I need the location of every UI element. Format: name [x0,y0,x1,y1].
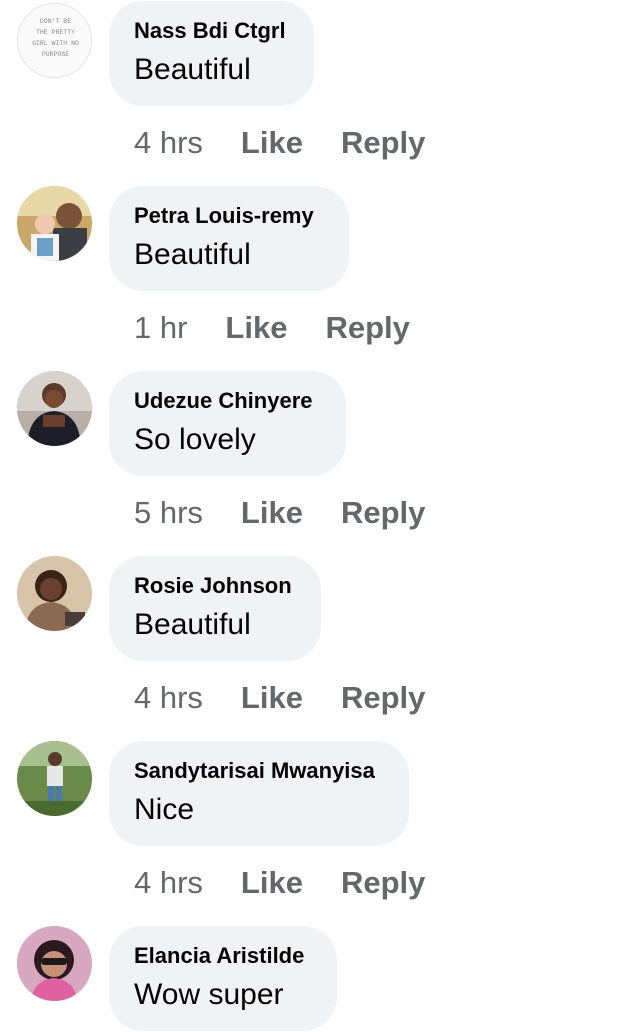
reply-button[interactable]: Reply [341,865,425,901]
avatar-photo [17,926,92,1001]
comment-bubble[interactable]: Elancia Aristilde Wow super [109,926,337,1031]
avatar[interactable] [17,741,92,816]
comment-bubble[interactable]: Petra Louis-remy Beautiful [109,186,349,291]
reply-button[interactable]: Reply [341,680,425,716]
comment-actions: 4 hrs Like Reply [134,863,425,903]
reply-button[interactable]: Reply [341,125,425,161]
avatar-quote-image: DON'T BE THE PRETTY GIRL WITH NO PURPOSE [18,4,91,77]
like-button[interactable]: Like [241,125,303,161]
avatar[interactable] [17,926,92,1001]
comment-text: Nice [134,793,195,826]
comment-bubble[interactable]: Rosie Johnson Beautiful [109,556,321,661]
comment-timestamp[interactable]: 4 hrs [134,125,203,161]
comment-actions: 5 hrs Like Reply [134,493,425,533]
reply-button[interactable]: Reply [341,495,425,531]
comment-text: So lovely [134,423,256,456]
avatar-photo [17,556,92,631]
comment-text: Beautiful [134,238,251,271]
comment-timestamp[interactable]: 5 hrs [134,495,203,531]
comment-bubble[interactable]: Nass Bdi Ctgrl Beautiful [109,1,314,106]
comment-text: Wow super [134,978,284,1011]
avatar[interactable] [17,186,92,261]
avatar-text-line: GIRL WITH NO [32,40,79,47]
like-button[interactable]: Like [225,310,287,346]
comment-text: Beautiful [134,608,251,641]
avatar-photo [17,741,92,816]
commenter-name[interactable]: Sandytarisai Mwanyisa [134,756,384,786]
like-button[interactable]: Like [241,495,303,531]
reply-button[interactable]: Reply [325,310,409,346]
avatar-text-line: PURPOSE [42,51,69,58]
avatar-text-line: THE PRETTY [36,29,75,36]
commenter-name[interactable]: Petra Louis-remy [134,201,324,231]
comment-actions: 1 hr Like Reply [134,308,410,348]
commenter-name[interactable]: Nass Bdi Ctgrl [134,16,289,46]
comment-timestamp[interactable]: 4 hrs [134,865,203,901]
avatar[interactable]: DON'T BE THE PRETTY GIRL WITH NO PURPOSE [17,3,92,78]
comment-timestamp[interactable]: 4 hrs [134,680,203,716]
comment-bubble[interactable]: Sandytarisai Mwanyisa Nice [109,741,409,846]
comment-actions: 4 hrs Like Reply [134,678,425,718]
avatar[interactable] [17,556,92,631]
avatar-photo [17,186,92,261]
comment-text: Beautiful [134,53,251,86]
commenter-name[interactable]: Elancia Aristilde [134,941,312,971]
avatar[interactable] [17,371,92,446]
avatar-photo [17,371,92,446]
commenter-name[interactable]: Udezue Chinyere [134,386,321,416]
avatar-text-line: DON'T BE [40,18,71,25]
comment-timestamp[interactable]: 1 hr [134,310,187,346]
comment-actions: 4 hrs Like Reply [134,123,425,163]
like-button[interactable]: Like [241,680,303,716]
comment-bubble[interactable]: Udezue Chinyere So lovely [109,371,346,476]
commenter-name[interactable]: Rosie Johnson [134,571,296,601]
like-button[interactable]: Like [241,865,303,901]
